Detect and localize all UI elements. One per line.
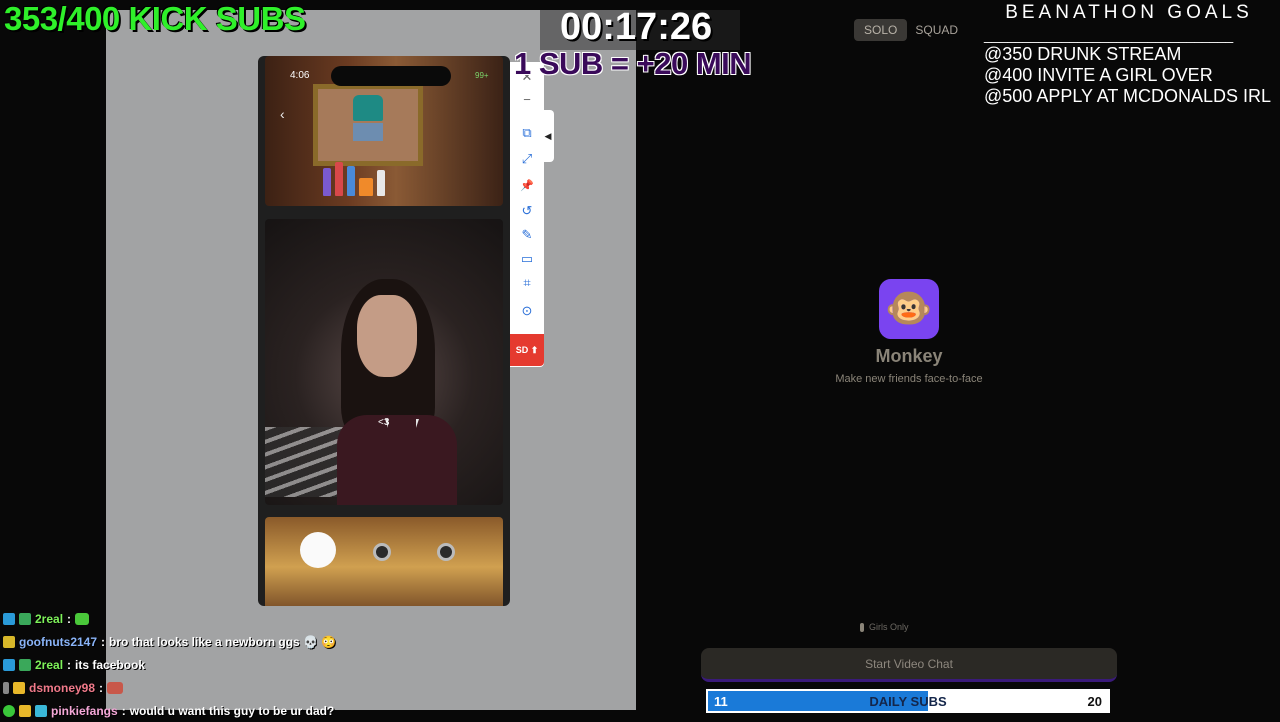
chat-message: 2real : its facebook — [3, 653, 523, 676]
minimize-icon[interactable]: − — [518, 90, 536, 108]
feed-tile-selfie[interactable]: <3 — [265, 219, 503, 505]
mirror-image — [313, 84, 423, 166]
chat-message: goofnuts2147 : bro that looks like a new… — [3, 630, 523, 653]
badge-icon — [3, 635, 15, 648]
badge-icon — [13, 681, 25, 694]
daily-subs-bar: 11 DAILY SUBS 20 — [706, 689, 1110, 713]
rotate-icon[interactable]: ↺ — [518, 202, 536, 220]
badge-icon — [19, 612, 31, 625]
mirror-toolbar: ✕ − ⧉ ⤢ 📌 ↺ ✎ ▭ ⌗ ⊙ SD ⬆ — [510, 62, 544, 367]
goals-list: @350 DRUNK STREAM @400 INVITE A GIRL OVE… — [984, 44, 1271, 107]
pin-icon[interactable]: 📌 — [518, 176, 536, 194]
goal-item: @400 INVITE A GIRL OVER — [984, 65, 1213, 85]
gender-filter-label: Girls Only — [869, 622, 909, 632]
gender-filter[interactable]: Girls Only — [860, 622, 909, 632]
goal-item: @350 DRUNK STREAM — [984, 44, 1182, 64]
stove-knob — [437, 543, 455, 561]
emote-icon — [107, 681, 124, 694]
touch-indicator — [300, 532, 336, 568]
mirror-figure — [353, 95, 383, 121]
feed-tile-mirror[interactable]: 4:06 99+ ‹ — [265, 56, 503, 206]
bottle — [347, 166, 355, 196]
chat-text: would u want this guy to be ur dad? — [129, 703, 335, 718]
goals-divider: ________________________________ — [984, 27, 1234, 43]
sd-label: SD — [515, 345, 529, 355]
chat-username[interactable]: dsmoney98 — [29, 681, 95, 695]
chat-separator: : — [121, 703, 126, 718]
badge-icon — [35, 704, 47, 717]
chat-message: 2real : — [3, 607, 523, 630]
sub-rule-text: 1 SUB = +20 MIN — [514, 46, 752, 81]
bottle — [335, 162, 343, 196]
badge-icon — [19, 658, 31, 671]
monkey-logo-icon: 🐵 — [879, 279, 939, 339]
wifi-badge: 99+ — [475, 71, 489, 80]
app-name: Monkey — [875, 346, 943, 366]
chat-separator: : — [99, 680, 104, 695]
badge-icon — [3, 704, 15, 717]
subs-counter: 353/400 KICK SUBS — [4, 0, 306, 37]
pen-icon[interactable]: ✎ — [518, 226, 536, 244]
phone-screen[interactable]: 4:06 99+ ‹ <3 — [258, 56, 510, 606]
stove-knob — [373, 543, 391, 561]
status-time: 4:06 — [290, 70, 310, 81]
chat-message: dsmoney98 : — [3, 676, 523, 699]
badge-icon — [3, 612, 15, 625]
mode-squad-button[interactable]: SQUAD — [907, 19, 966, 41]
goals-title: BEANATHON GOALS — [1005, 2, 1253, 23]
screen-icon[interactable]: ▭ — [518, 250, 536, 268]
chat-message: pinkiefangs : would u want this guy to b… — [3, 699, 523, 722]
microphone-icon — [860, 622, 864, 632]
fullscreen-icon[interactable]: ⤢ — [518, 150, 536, 168]
chat-username[interactable]: 2real — [35, 612, 63, 626]
screenshot-icon[interactable]: ⧉ — [518, 124, 536, 142]
chat-overlay: 2real : goofnuts2147 : bro that looks li… — [3, 607, 523, 722]
daily-subs-goal: 20 — [1087, 694, 1102, 709]
chat-username[interactable]: goofnuts2147 — [19, 635, 97, 649]
bottle — [377, 170, 385, 196]
chat-text: its facebook — [75, 657, 146, 672]
app-tagline: Make new friends face-to-face — [835, 373, 983, 385]
overlay-text: <3 — [378, 417, 390, 428]
record-icon[interactable]: ⊙ — [518, 302, 536, 320]
feed-tile-stove[interactable] — [265, 517, 503, 606]
badge-icon — [3, 658, 15, 671]
chat-separator: : — [67, 611, 72, 626]
chat-separator: : — [67, 657, 72, 672]
person-face — [357, 295, 417, 377]
mode-toggle: SOLO SQUAD — [854, 18, 966, 42]
daily-subs-label: DAILY SUBS — [869, 694, 947, 709]
chat-separator: : — [101, 634, 106, 649]
mirror-figure-legs — [353, 123, 383, 141]
dynamic-island — [331, 66, 451, 86]
sd-quality-button[interactable]: SD ⬆ — [510, 334, 544, 366]
bottle — [323, 168, 331, 196]
subathon-timer: 00:17:26 — [560, 6, 713, 48]
mode-solo-button[interactable]: SOLO — [854, 19, 908, 41]
collapse-toolbar-icon[interactable]: ◀ — [542, 110, 554, 162]
back-icon[interactable]: ‹ — [280, 106, 285, 122]
start-video-chat-button[interactable]: Start Video Chat — [701, 648, 1117, 682]
badge-icon — [19, 704, 31, 717]
crop-icon[interactable]: ⌗ — [518, 274, 536, 292]
goal-item: @500 APPLY AT MCDONALDS IRL — [984, 86, 1272, 106]
chat-text: bro that looks like a newborn ggs 💀 😳 — [109, 634, 337, 649]
chat-username[interactable]: pinkiefangs — [51, 704, 118, 718]
bottle — [359, 178, 373, 196]
emote-icon — [75, 612, 90, 625]
badge-icon — [3, 681, 9, 694]
chat-username[interactable]: 2real — [35, 658, 63, 672]
